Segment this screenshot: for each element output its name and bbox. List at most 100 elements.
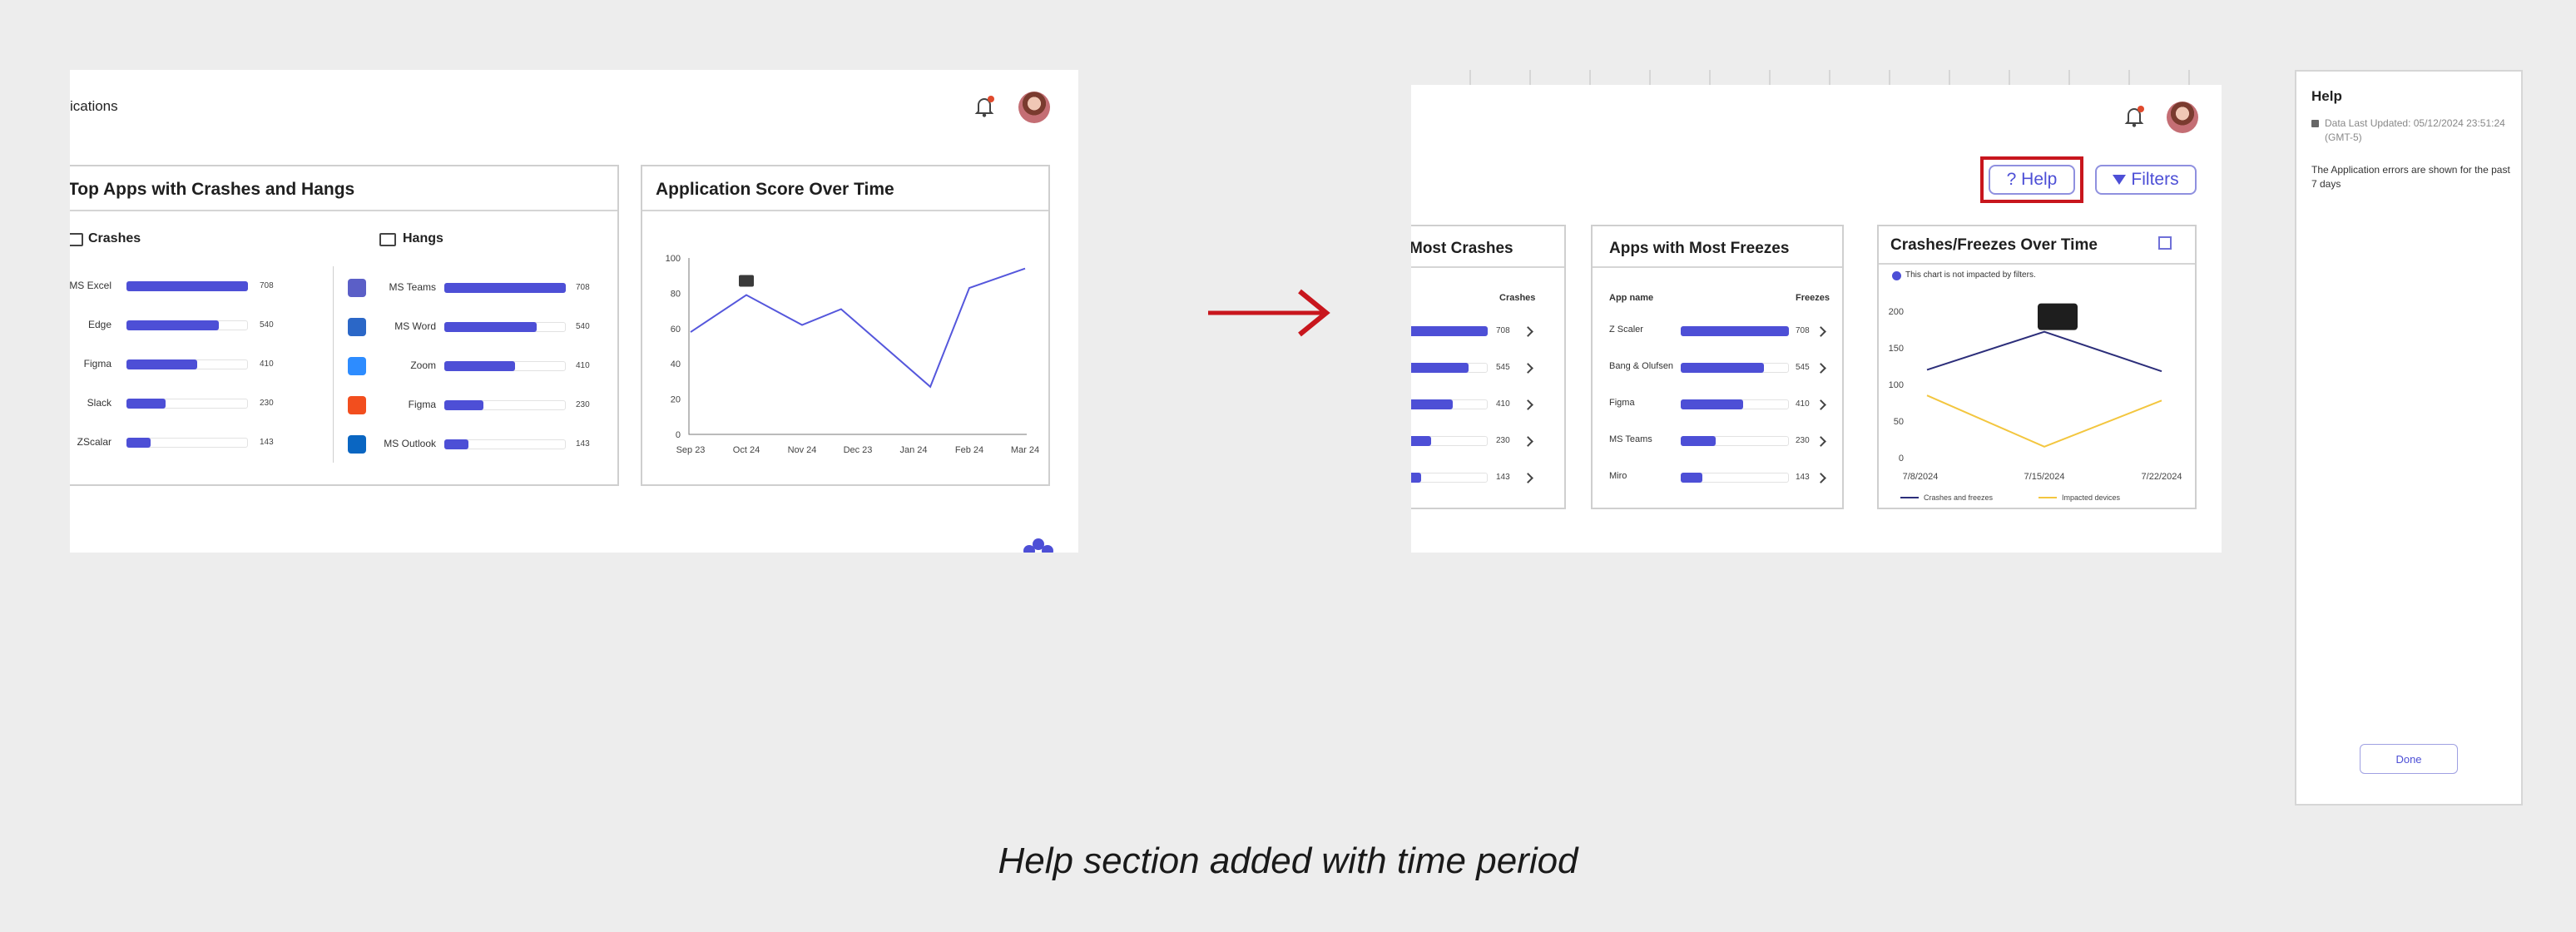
calendar-icon bbox=[2311, 120, 2319, 127]
monitor-icon bbox=[70, 233, 83, 246]
bar bbox=[1411, 363, 1469, 373]
filters-button[interactable]: Filters bbox=[2095, 165, 2197, 195]
divider bbox=[1411, 266, 1564, 268]
bar-value: 410 bbox=[1496, 399, 1510, 409]
y-tick-label: 20 bbox=[671, 395, 681, 405]
crashes-freezes-card: Crashes/Freezes Over Time This chart is … bbox=[1877, 225, 2197, 509]
score-chart: 100 80 60 40 20 0 Sep 23 Oct 24 Nov 24 Dec 23 Jan … bbox=[666, 254, 1039, 455]
bar-value: 143 bbox=[576, 439, 590, 449]
bar bbox=[1411, 399, 1453, 409]
bar bbox=[1681, 326, 1789, 336]
background-grid bbox=[1411, 70, 2243, 85]
bar-value: 410 bbox=[260, 359, 274, 369]
header-title: ications bbox=[70, 98, 118, 114]
chevron-right-icon[interactable] bbox=[1816, 436, 1826, 447]
card-title: Application Score Over Time bbox=[656, 180, 894, 199]
bar-value: 708 bbox=[1796, 326, 1810, 335]
bar-value: 410 bbox=[576, 361, 590, 370]
bar-value: 230 bbox=[1496, 436, 1510, 445]
x-tick-label: Feb 24 bbox=[955, 445, 983, 455]
bar-label: Figma bbox=[83, 358, 111, 369]
x-tick-label: Jan 24 bbox=[899, 445, 927, 455]
chevron-right-icon[interactable] bbox=[1816, 363, 1826, 374]
bar-value: 540 bbox=[260, 320, 274, 330]
arrow-icon bbox=[1208, 289, 1330, 337]
bar-value: 410 bbox=[1796, 399, 1810, 409]
x-tick-label: Oct 24 bbox=[733, 445, 760, 455]
help-body: The Application errors are shown for the… bbox=[2311, 164, 2510, 190]
divider bbox=[333, 266, 334, 463]
bar-label: MS Outlook bbox=[384, 438, 436, 449]
divider bbox=[70, 210, 617, 211]
outlook-icon bbox=[348, 435, 366, 454]
y-tick-label: 80 bbox=[671, 289, 681, 299]
hangs-title: Hangs bbox=[403, 231, 443, 245]
done-button[interactable]: Done bbox=[2360, 744, 2458, 774]
bar bbox=[444, 283, 566, 293]
y-tick-label: 50 bbox=[1894, 417, 1904, 427]
top-apps-card: Top Apps with Crashes and Hangs Crashes … bbox=[70, 165, 619, 486]
chevron-right-icon[interactable] bbox=[1523, 436, 1533, 447]
most-crashes-card: Most Crashes Crashes 708 545 410 230 143 bbox=[1411, 225, 1566, 509]
crashes-freezes-line bbox=[1926, 330, 2162, 373]
column-header: Freezes bbox=[1796, 293, 1830, 303]
divider bbox=[1879, 263, 2195, 265]
bar-label: MS Teams bbox=[389, 281, 436, 293]
bar-value: 230 bbox=[1796, 436, 1810, 445]
bar bbox=[1681, 436, 1716, 446]
right-screenshot: ? Help Filters Most Crashes Crashes 708 5… bbox=[1411, 85, 2222, 553]
avatar[interactable] bbox=[2167, 102, 2198, 133]
expand-icon[interactable] bbox=[2158, 236, 2172, 250]
chevron-right-icon[interactable] bbox=[1816, 473, 1826, 483]
x-tick-label: 7/15/2024 bbox=[2024, 472, 2065, 482]
bar bbox=[1411, 473, 1421, 483]
score-card: Application Score Over Time 100 80 60 40 20 0… bbox=[641, 165, 1050, 486]
filter-icon bbox=[2113, 175, 2127, 185]
tooltip bbox=[739, 275, 754, 287]
bar bbox=[1411, 436, 1431, 446]
avatar[interactable] bbox=[1018, 92, 1050, 123]
bar-label: MS Teams bbox=[1609, 434, 1652, 444]
bar-label: Bang & Olufsen bbox=[1609, 361, 1674, 371]
left-screenshot: ications Top Apps with Crashes and Hangs… bbox=[70, 70, 1078, 553]
chart-note: This chart is not impacted by filters. bbox=[1905, 270, 2036, 280]
info-icon bbox=[1892, 271, 1901, 280]
filters-label: Filters bbox=[2131, 170, 2179, 189]
bar-value: 708 bbox=[576, 283, 590, 292]
bell-icon[interactable] bbox=[2123, 105, 2145, 128]
chevron-right-icon[interactable] bbox=[1523, 326, 1533, 337]
bar bbox=[444, 361, 515, 371]
bar-value: 230 bbox=[260, 399, 274, 408]
card-title: Top Apps with Crashes and Hangs bbox=[70, 180, 355, 199]
bar-value: 143 bbox=[260, 438, 274, 447]
bar-label: MS Excel bbox=[70, 280, 111, 291]
chevron-right-icon[interactable] bbox=[1816, 399, 1826, 410]
impacted-devices-line bbox=[1926, 394, 2162, 448]
bar-label: Figma bbox=[1609, 398, 1635, 408]
bar bbox=[1681, 399, 1743, 409]
help-title: Help bbox=[2311, 88, 2342, 104]
bar bbox=[444, 400, 483, 410]
tooltip bbox=[2038, 303, 2078, 330]
bar-value: 708 bbox=[1496, 326, 1510, 335]
bar bbox=[126, 281, 248, 291]
data-updated-text: Data Last Updated: 05/12/2024 23:51:24 (… bbox=[2325, 117, 2505, 143]
chevron-right-icon[interactable] bbox=[1523, 399, 1533, 410]
y-tick-label: 0 bbox=[676, 430, 681, 440]
chevron-right-icon[interactable] bbox=[1523, 363, 1533, 374]
y-tick-label: 100 bbox=[1889, 380, 1904, 390]
chevron-right-icon[interactable] bbox=[1523, 473, 1533, 483]
bar-label: Slack bbox=[87, 397, 111, 409]
chevron-right-icon[interactable] bbox=[1816, 326, 1826, 337]
bell-icon[interactable] bbox=[973, 95, 995, 118]
bar-label: Zoom bbox=[410, 359, 436, 371]
bar-label: MS Word bbox=[394, 320, 436, 332]
help-button[interactable]: ? Help bbox=[1989, 165, 2075, 195]
zoom-icon bbox=[348, 357, 366, 375]
most-freezes-card: Apps with Most Freezes App name Freezes … bbox=[1591, 225, 1844, 509]
crashes-title: Crashes bbox=[88, 231, 141, 245]
bar-value: 143 bbox=[1496, 473, 1510, 482]
bar-value: 545 bbox=[1496, 363, 1510, 372]
y-tick-label: 40 bbox=[671, 359, 681, 369]
bar-value: 540 bbox=[576, 322, 590, 331]
